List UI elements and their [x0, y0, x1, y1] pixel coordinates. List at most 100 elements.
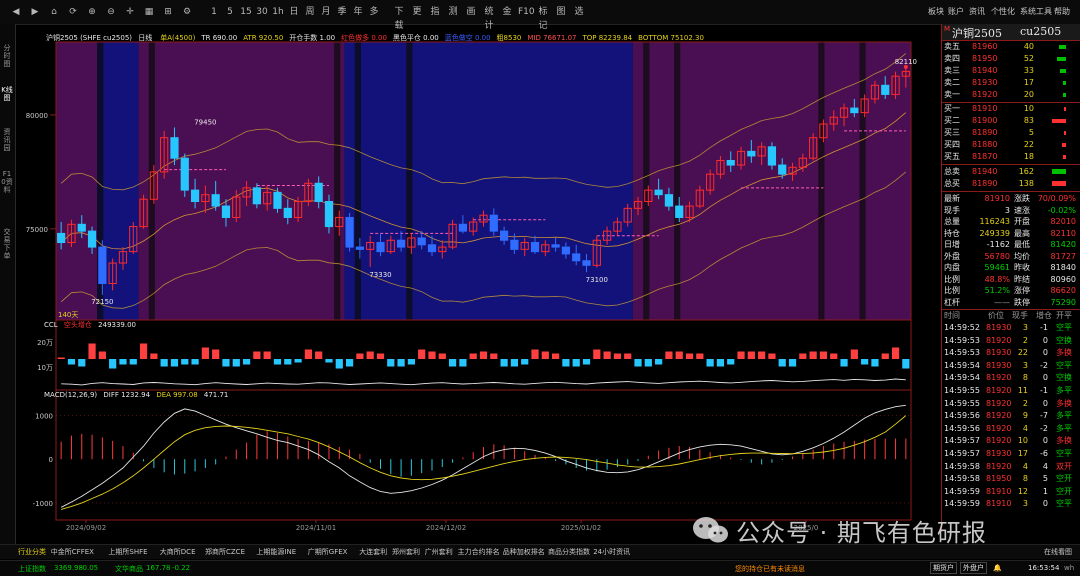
book-depth-bar	[1059, 45, 1066, 49]
bottom-tab-3[interactable]: 大商所DCE	[160, 547, 196, 557]
forward-icon[interactable]: ▶	[29, 5, 41, 19]
tool-button-2[interactable]: 指	[428, 5, 442, 19]
online-chart-link[interactable]: 在线看图	[1044, 547, 1072, 557]
tick-volume: 4	[1022, 461, 1028, 471]
book-volume: 18	[1023, 152, 1034, 161]
menu-item-2[interactable]: 资讯	[969, 6, 985, 17]
bottom-tab-12[interactable]: 商品分类指数	[548, 547, 590, 557]
period-button-2[interactable]: 15	[240, 5, 252, 19]
tool-button-6[interactable]: 金	[500, 5, 514, 19]
period-button-10[interactable]: 多	[368, 5, 380, 19]
left-tab-0[interactable]: 分时图	[1, 44, 13, 68]
left-tab-1[interactable]: K线图	[1, 86, 13, 102]
period-button-7[interactable]: 月	[320, 5, 332, 19]
stat-label: 最新	[944, 194, 960, 203]
tool-button-1[interactable]: 更	[410, 5, 424, 19]
bottom-tab-4[interactable]: 郑商所CZCE	[205, 547, 245, 557]
settings-icon[interactable]: ⚙	[181, 5, 193, 19]
sell-level-row[interactable]: 卖三 81940 33	[942, 65, 1080, 77]
buy-level-row[interactable]: 买五 81870 18	[942, 151, 1080, 163]
date-axis-label: 2024/09/02	[66, 524, 106, 532]
ccl-bar	[737, 351, 745, 359]
menu-item-3[interactable]: 个性化	[991, 6, 1015, 17]
bell-icon[interactable]: 🔔	[993, 564, 1002, 572]
ccl-bar	[747, 351, 755, 359]
bottom-tab-9[interactable]: 广州套利	[425, 547, 453, 557]
menu-item-0[interactable]: 板块	[928, 6, 944, 17]
buy-level-row[interactable]: 买一 81910 10	[942, 103, 1080, 115]
stat-row: 现手 3 速涨 -0.02%	[942, 205, 1080, 217]
bottom-tab-1[interactable]: 中金所CFFEX	[51, 547, 94, 557]
bottom-tab-6[interactable]: 广期所GFEX	[308, 547, 348, 557]
ccl-bar	[88, 343, 96, 359]
ccl-bar	[799, 353, 807, 359]
period-button-8[interactable]: 季	[336, 5, 348, 19]
tick-oi-change: -1	[1040, 386, 1048, 395]
tool-button-0[interactable]: 下载	[392, 5, 406, 31]
menu-item-4[interactable]: 系统工具	[1020, 6, 1052, 17]
menu-item-1[interactable]: 账户	[948, 6, 964, 17]
bottom-tab-7[interactable]: 大连套利	[359, 547, 387, 557]
futures-account-button[interactable]: 期货户	[930, 562, 957, 574]
tool-button-8[interactable]: 标记	[536, 5, 550, 31]
buy-level-row[interactable]: 买二 81900 83	[942, 115, 1080, 127]
period-button-9[interactable]: 年	[352, 5, 364, 19]
left-tab-2[interactable]: 资讯园	[1, 128, 13, 152]
kline-chart[interactable]: 80000 75000 82110 79450 73330 73100 72150 140天 2…	[16, 24, 941, 532]
tool-button-9[interactable]: 图	[554, 5, 568, 19]
stat-label: 涨跌	[1014, 194, 1030, 203]
foreign-account-button[interactable]: 外盘户	[960, 562, 987, 574]
tool-button-10[interactable]: 选	[572, 5, 586, 19]
refresh-icon[interactable]: ⟳	[67, 5, 79, 19]
tick-price: 81920	[986, 398, 1012, 408]
sell-level-row[interactable]: 卖五 81960 40	[942, 41, 1080, 53]
bottom-tab-8[interactable]: 郑州套利	[392, 547, 420, 557]
tool-button-7[interactable]: F10	[518, 5, 535, 19]
zoom-in-icon[interactable]: ⊕	[86, 5, 98, 19]
wechat-icon	[693, 517, 728, 543]
tool-button-5[interactable]: 统计	[482, 5, 496, 31]
bottom-tab-0[interactable]: 行业分类	[18, 547, 46, 557]
stat-row: 比例 51.2% 涨停 86620	[942, 285, 1080, 297]
layout-icon[interactable]: ▦	[143, 5, 155, 19]
home-icon[interactable]: ⌂	[48, 5, 60, 19]
zoom-out-icon[interactable]: ⊖	[105, 5, 117, 19]
crosshair-icon[interactable]: ✛	[124, 5, 136, 19]
period-button-1[interactable]: 5	[224, 5, 236, 19]
stat-label: 持仓	[944, 228, 960, 238]
notice-text[interactable]: 您的持仓已有未读消息	[735, 564, 805, 574]
buy-level-row[interactable]: 买四 81880 22	[942, 139, 1080, 151]
bottom-tab-13[interactable]: 24小时资讯	[593, 547, 630, 557]
sell-level-row[interactable]: 卖二 81930 17	[942, 77, 1080, 89]
bottom-tab-5[interactable]: 上期能源INE	[256, 547, 296, 557]
sell-level-row[interactable]: 卖四 81950 52	[942, 53, 1080, 65]
book-depth-bar	[1063, 81, 1066, 85]
buy-level-row[interactable]: 买三 81890 5	[942, 127, 1080, 139]
indicator-4: 红色做多 0.00	[341, 34, 387, 42]
macd-value: 471.71	[203, 391, 229, 399]
ccl-bar	[685, 353, 694, 359]
chart-area[interactable]: 80000 75000 82110 79450 73330 73100 72150 140天 2…	[16, 24, 942, 532]
period-button-3[interactable]: 30	[256, 5, 268, 19]
tick-row: 14:59:55 81920 11 -1 多平	[942, 385, 1080, 398]
period-button-6[interactable]: 周	[304, 5, 316, 19]
period-button-0[interactable]: 1	[208, 5, 220, 19]
left-tab-4[interactable]: 交易下单	[1, 228, 13, 260]
tick-oi-change: 0	[1042, 398, 1048, 408]
grid-icon[interactable]: ⊞	[162, 5, 174, 19]
tool-button-3[interactable]: 测	[446, 5, 460, 19]
bottom-tab-2[interactable]: 上期所SHFE	[108, 547, 147, 557]
period-button-5[interactable]: 日	[288, 5, 300, 19]
left-tab-3[interactable]: F10资料	[1, 170, 13, 194]
menu-item-5[interactable]: 帮助	[1054, 6, 1070, 17]
bottom-tab-11[interactable]: 品种加权排名	[503, 547, 545, 557]
bottom-tab-10[interactable]: 主力合约排名	[458, 547, 500, 557]
sell-level-row[interactable]: 卖一 81920 20	[942, 89, 1080, 101]
tool-button-4[interactable]: 画	[464, 5, 478, 19]
period-button-4[interactable]: 1h	[272, 5, 284, 19]
back-icon[interactable]: ◀	[10, 5, 22, 19]
ccl-axis-label: 10万	[37, 364, 53, 372]
total-row: 总买 81890 138	[942, 178, 1080, 190]
tick-volume: 12	[1017, 486, 1028, 496]
book-volume: 20	[1023, 90, 1034, 99]
